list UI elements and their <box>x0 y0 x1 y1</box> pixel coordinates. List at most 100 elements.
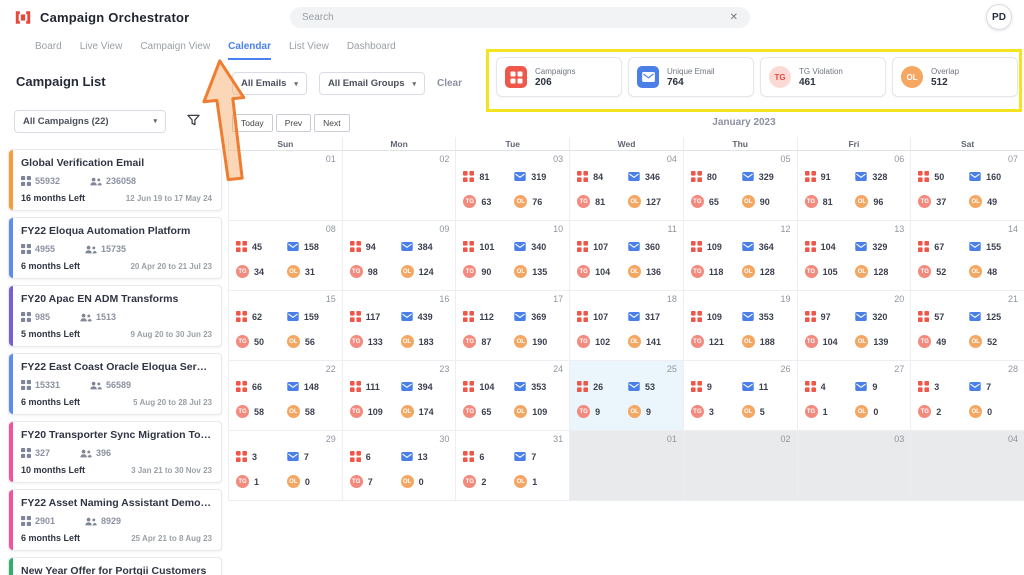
overlap-icon: OL <box>855 335 868 348</box>
overlap-count: 96 <box>873 197 883 207</box>
tab-list-view[interactable]: List View <box>289 37 329 60</box>
day-number: 25 <box>667 364 677 374</box>
overlap-icon: OL <box>855 265 868 278</box>
calendar-day-cell[interactable]: 08 45 158 TG 34 OL 31 <box>228 221 342 291</box>
calendar-day-cell[interactable]: 04 84 346 TG 81 OL 127 <box>569 151 683 221</box>
tg-count: 104 <box>823 337 838 347</box>
tab-board[interactable]: Board <box>35 37 62 60</box>
overlap-icon: OL <box>287 265 300 278</box>
calendar-day-cell[interactable]: 21 57 125 TG 49 OL 52 <box>910 291 1024 361</box>
calendar-day-cell[interactable]: 02 <box>342 151 456 221</box>
search-clear-icon[interactable]: ✕ <box>730 13 738 23</box>
calendar-day-cell[interactable]: 14 67 155 TG 52 OL 48 <box>910 221 1024 291</box>
calendar-day-cell[interactable]: 27 4 9 TG 1 OL 0 <box>797 361 911 431</box>
calendar-day-cell[interactable]: 12 109 364 TG 118 OL 128 <box>683 221 797 291</box>
overlap-count: 1 <box>532 477 537 487</box>
tab-calendar[interactable]: Calendar <box>228 37 271 60</box>
calendar-day-cell[interactable]: 02 <box>683 431 797 501</box>
campaign-filter-select[interactable]: All Campaigns (22) ▾ <box>14 110 166 133</box>
day-number: 07 <box>1008 154 1018 164</box>
campaign-count: 15331 <box>35 380 60 390</box>
search-bar[interactable]: ✕ <box>290 7 750 28</box>
tab-dashboard[interactable]: Dashboard <box>347 37 396 60</box>
search-input[interactable] <box>302 12 730 23</box>
calendar-day-cell[interactable]: 13 104 329 TG 105 OL 128 <box>797 221 911 291</box>
tab-campaign-view[interactable]: Campaign View <box>140 37 210 60</box>
calendar-day-cell[interactable]: 24 104 353 TG 65 OL 109 <box>455 361 569 431</box>
campaign-count: 111 <box>366 382 380 392</box>
campaign-count-icon <box>691 241 702 252</box>
day-number: 18 <box>667 294 677 304</box>
day-header: Mon <box>342 137 456 150</box>
calendar-day-cell[interactable]: 17 112 369 TG 87 OL 190 <box>455 291 569 361</box>
avatar[interactable]: PD <box>986 4 1012 30</box>
overlap-count: 109 <box>532 407 547 417</box>
calendar-day-cell[interactable]: 26 9 11 TG 3 OL 5 <box>683 361 797 431</box>
tab-live-view[interactable]: Live View <box>80 37 123 60</box>
campaign-count-icon <box>577 311 588 322</box>
calendar-day-cell[interactable]: 15 62 159 TG 50 OL 56 <box>228 291 342 361</box>
campaign-card[interactable]: New Year Offer for Portqii Customers <box>8 557 222 575</box>
tg-count: 7 <box>368 477 373 487</box>
calendar-day-cell[interactable]: 03 81 319 TG 63 OL 76 <box>455 151 569 221</box>
email-count: 53 <box>645 382 655 392</box>
campaign-count-icon <box>805 381 816 392</box>
calendar-day-cell[interactable]: 01 <box>228 151 342 221</box>
calendar-day-cell[interactable]: 18 107 317 TG 102 OL 141 <box>569 291 683 361</box>
day-number: 20 <box>894 294 904 304</box>
calendar-day-cell[interactable]: 03 <box>797 431 911 501</box>
overlap-icon: OL <box>514 265 527 278</box>
tg-count: 50 <box>254 337 264 347</box>
campaign-card[interactable]: FY22 Eloqua Automation Platform 4955 157… <box>8 217 222 279</box>
tg-count: 81 <box>595 197 605 207</box>
tg-violation-icon: TG <box>769 66 791 88</box>
calendar-day-cell[interactable]: 22 66 148 TG 58 OL 58 <box>228 361 342 431</box>
calendar-day-cell[interactable]: 01 <box>569 431 683 501</box>
prev-button[interactable]: Prev <box>276 114 311 132</box>
email-count: 439 <box>418 312 433 322</box>
filter-button[interactable] <box>178 109 208 133</box>
calendar-day-cell[interactable]: 23 111 394 TG 109 OL 174 <box>342 361 456 431</box>
calendar-day-cell[interactable]: 07 50 160 TG 37 OL 49 <box>910 151 1024 221</box>
calendar-day-cell[interactable]: 06 91 328 TG 81 OL 96 <box>797 151 911 221</box>
overlap-count: 124 <box>419 267 434 277</box>
stat-label: Unique Email <box>667 67 715 76</box>
calendar-day-cell[interactable]: 04 <box>910 431 1024 501</box>
campaign-name: Global Verification Email <box>21 157 212 169</box>
campaign-count: 57 <box>934 312 944 322</box>
today-button[interactable]: Today <box>232 114 273 132</box>
clear-filters-button[interactable]: Clear <box>437 78 462 89</box>
calendar-day-cell[interactable]: 31 6 7 TG 2 OL 1 <box>455 431 569 501</box>
calendar-day-cell[interactable]: 10 101 340 TG 90 OL 135 <box>455 221 569 291</box>
calendar-day-cell[interactable]: 25 26 53 TG 9 OL 9 <box>569 361 683 431</box>
tg-violation-icon: TG <box>463 405 476 418</box>
calendar-day-cell[interactable]: 16 117 439 TG 133 OL 183 <box>342 291 456 361</box>
calendar-day-cell[interactable]: 28 3 7 TG 2 OL 0 <box>910 361 1024 431</box>
campaign-card[interactable]: FY22 East Coast Oracle Eloqua Server 153… <box>8 353 222 415</box>
campaign-card[interactable]: FY20 Transporter Sync Migration Topics 3… <box>8 421 222 483</box>
campaign-card[interactable]: FY20 Apac EN ADM Transforms 985 1513 5 m… <box>8 285 222 347</box>
calendar-day-cell[interactable]: 19 109 353 TG 121 OL 188 <box>683 291 797 361</box>
campaign-count-icon <box>463 451 474 462</box>
calendar-day-cell[interactable]: 11 107 360 TG 104 OL 136 <box>569 221 683 291</box>
tg-violation-icon: TG <box>805 335 818 348</box>
emails-filter-select[interactable]: All Emails ▾ <box>232 72 307 95</box>
email-count-icon <box>969 312 981 321</box>
email-groups-filter-select[interactable]: All Email Groups ▾ <box>319 72 425 95</box>
overlap-icon: OL <box>287 475 300 488</box>
campaign-count: 9 <box>707 382 712 392</box>
overlap-icon: OL <box>628 195 641 208</box>
calendar-day-cell[interactable]: 30 6 13 TG 7 OL 0 <box>342 431 456 501</box>
campaign-card[interactable]: FY22 Asset Naming Assistant Demo Resp...… <box>8 489 222 551</box>
tg-violation-icon: TG <box>236 265 249 278</box>
next-button[interactable]: Next <box>314 114 349 132</box>
stat-card: TG TG Violation 461 <box>760 57 886 97</box>
calendar-day-cell[interactable]: 05 80 329 TG 65 OL 90 <box>683 151 797 221</box>
calendar-day-cell[interactable]: 09 94 384 TG 98 OL 124 <box>342 221 456 291</box>
calendar-day-cell[interactable]: 29 3 7 TG 1 OL 0 <box>228 431 342 501</box>
calendar-day-cell[interactable]: 20 97 320 TG 104 OL 139 <box>797 291 911 361</box>
campaign-card[interactable]: Global Verification Email 55932 236058 1… <box>8 149 222 211</box>
campaign-count: 66 <box>252 382 262 392</box>
email-count-icon <box>514 452 526 461</box>
day-number: 29 <box>326 434 336 444</box>
